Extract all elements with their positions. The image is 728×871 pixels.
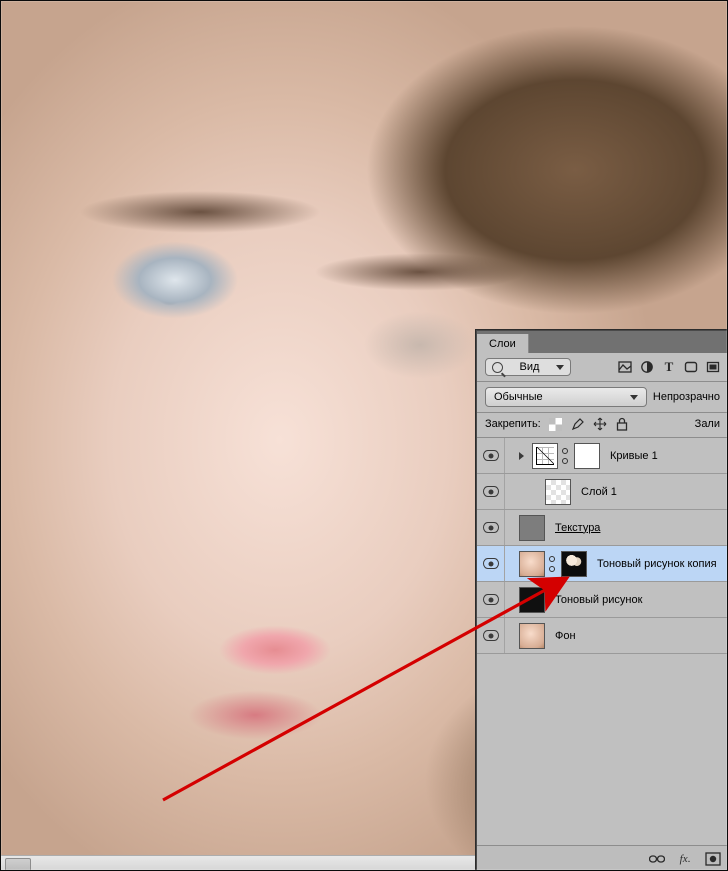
- visibility-toggle[interactable]: [477, 438, 505, 473]
- visibility-toggle[interactable]: [477, 546, 505, 581]
- blend-mode-value: Обычные: [494, 391, 543, 403]
- layer-filter-row: Вид T: [477, 353, 728, 382]
- fx-icon[interactable]: fx.: [676, 850, 694, 868]
- clip-arrow-icon: [519, 452, 524, 460]
- layer-name[interactable]: Слой 1: [581, 486, 617, 498]
- layer-thumb[interactable]: [519, 587, 545, 613]
- layer-name[interactable]: Текстура: [555, 522, 600, 534]
- layer-thumb[interactable]: [519, 551, 545, 577]
- layer-row-texture-group[interactable]: Текстура: [477, 510, 728, 546]
- filter-icon-group: T: [618, 360, 720, 374]
- layer-row-tone[interactable]: Тоновый рисунок: [477, 582, 728, 618]
- layer-row-tone-copy[interactable]: Тоновый рисунок копия: [477, 546, 728, 582]
- filter-kind-select[interactable]: Вид: [485, 358, 571, 376]
- visibility-toggle[interactable]: [477, 618, 505, 653]
- filter-kind-label: Вид: [520, 361, 540, 373]
- lock-move-icon[interactable]: [593, 417, 607, 431]
- layer-name[interactable]: Кривые 1: [610, 450, 658, 462]
- fill-label[interactable]: Зали: [695, 418, 720, 430]
- scrollbar-thumb[interactable]: [5, 858, 31, 871]
- filter-adjust-icon[interactable]: [640, 360, 654, 374]
- scrollbar-track[interactable]: [0, 856, 476, 871]
- mask-icon[interactable]: [704, 850, 722, 868]
- lock-row: Закрепить: Зали: [477, 413, 728, 438]
- link-layers-icon[interactable]: [648, 850, 666, 868]
- layer-mask-thumb[interactable]: [574, 443, 600, 469]
- filter-type-icon[interactable]: T: [662, 360, 676, 374]
- layer-mask-thumb[interactable]: [561, 551, 587, 577]
- blend-opacity-row: Обычные Непрозрачно: [477, 382, 728, 413]
- filter-shape-icon[interactable]: [684, 360, 698, 374]
- blend-mode-select[interactable]: Обычные: [485, 387, 647, 407]
- eye-icon: [483, 486, 499, 497]
- search-icon: [492, 362, 503, 373]
- layers-list: Кривые 1 Слой 1 Текстура Тоновый р: [477, 438, 728, 845]
- layer-thumb[interactable]: [519, 515, 545, 541]
- horizontal-scrollbar[interactable]: [0, 855, 476, 871]
- eye-icon: [483, 522, 499, 533]
- lock-transparency-icon[interactable]: [549, 417, 563, 431]
- visibility-toggle[interactable]: [477, 474, 505, 509]
- layer-name[interactable]: Тоновый рисунок: [555, 594, 642, 606]
- chevron-down-icon: [556, 365, 564, 370]
- lock-label: Закрепить:: [485, 418, 541, 430]
- link-icon: [549, 556, 557, 572]
- curves-adjustment-thumb[interactable]: [532, 443, 558, 469]
- panel-tabbar: Слои: [477, 331, 728, 353]
- eye-icon: [483, 450, 499, 461]
- layer-row-curves[interactable]: Кривые 1: [477, 438, 728, 474]
- filter-image-icon[interactable]: [618, 360, 632, 374]
- eye-icon: [483, 558, 499, 569]
- opacity-label[interactable]: Непрозрачно: [653, 391, 720, 403]
- chevron-down-icon: [630, 395, 638, 400]
- lock-brush-icon[interactable]: [571, 417, 585, 431]
- filter-smart-icon[interactable]: [706, 360, 720, 374]
- eye-icon: [483, 594, 499, 605]
- panel-bottom-bar: fx.: [477, 845, 728, 871]
- tab-layers[interactable]: Слои: [477, 334, 529, 353]
- layer-thumb[interactable]: [519, 623, 545, 649]
- layer-row-layer1[interactable]: Слой 1: [477, 474, 728, 510]
- lock-all-icon[interactable]: [615, 417, 629, 431]
- layer-row-background[interactable]: Фон: [477, 618, 728, 654]
- link-icon: [562, 448, 570, 464]
- visibility-toggle[interactable]: [477, 510, 505, 545]
- eye-icon: [483, 630, 499, 641]
- layer-name[interactable]: Тоновый рисунок копия: [597, 558, 717, 570]
- layers-panel: Слои Вид T Обычные Не: [476, 330, 728, 871]
- layer-name[interactable]: Фон: [555, 630, 576, 642]
- visibility-toggle[interactable]: [477, 582, 505, 617]
- layer-thumb[interactable]: [545, 479, 571, 505]
